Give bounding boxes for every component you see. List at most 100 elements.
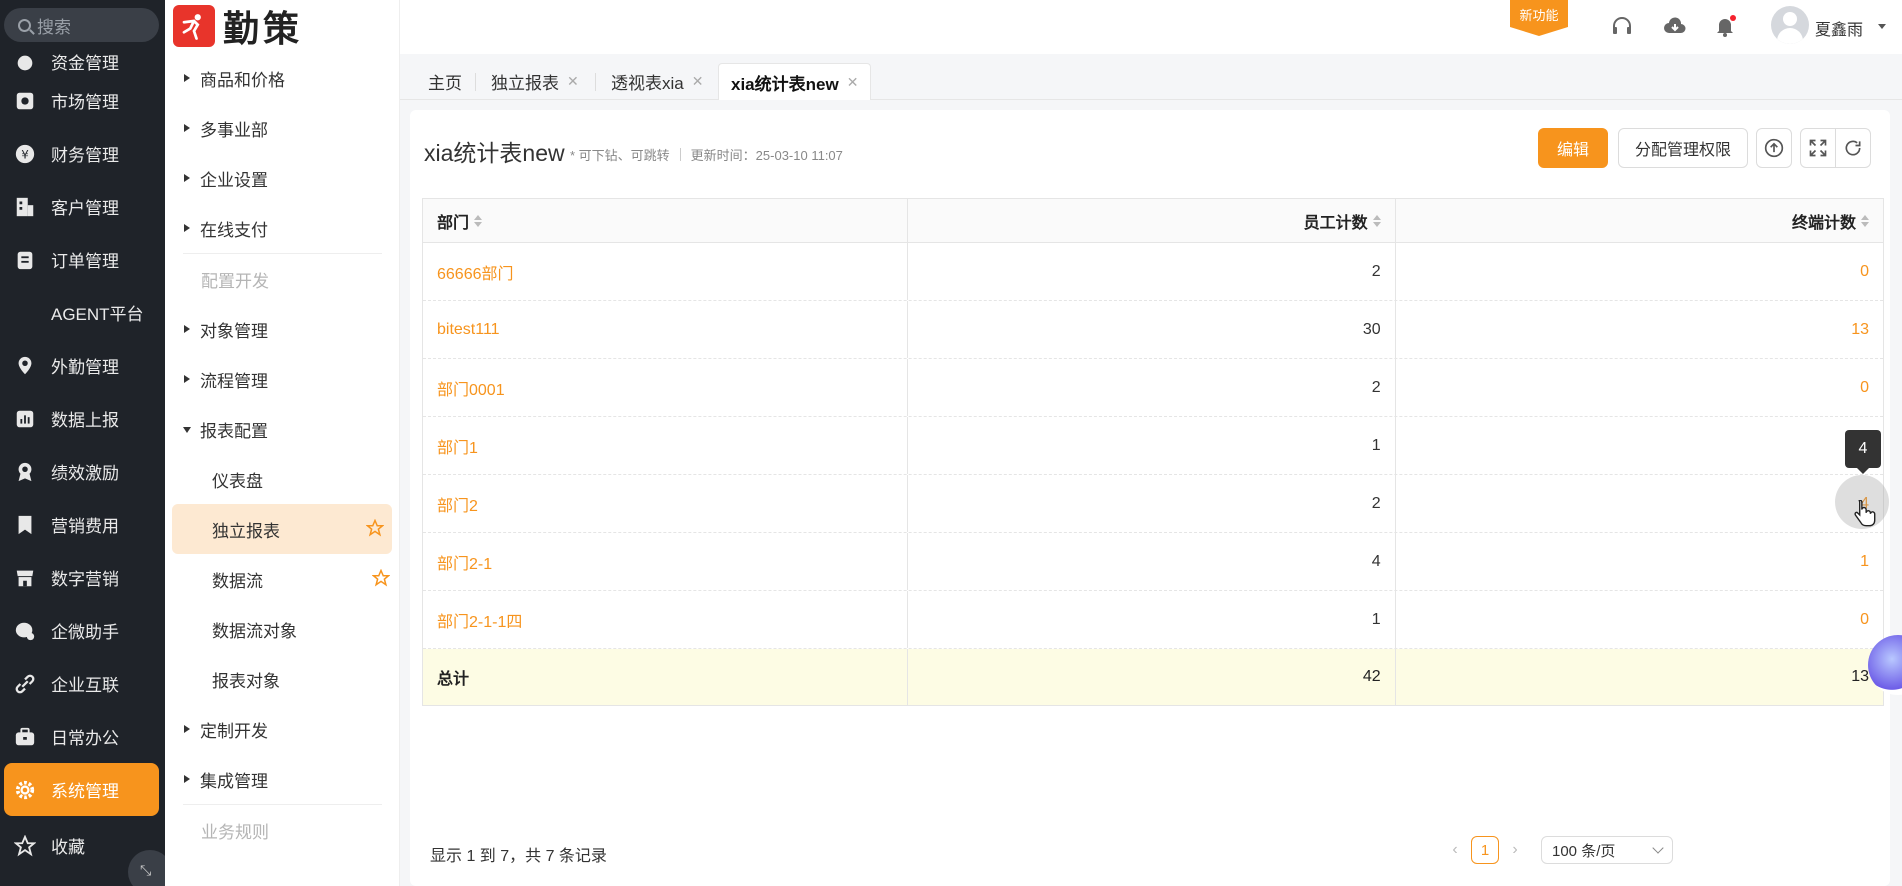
avatar[interactable]: [1771, 6, 1809, 44]
terminal-count-link[interactable]: 1: [1860, 553, 1869, 571]
star-icon: [14, 834, 36, 857]
total-label: 总计: [437, 671, 470, 688]
nav-item-market[interactable]: 市场管理: [0, 74, 165, 127]
menu-item-report-config[interactable]: 报表配置: [165, 404, 400, 454]
sort-icon[interactable]: [1372, 214, 1381, 227]
menu-item-object-mgmt[interactable]: 对象管理: [165, 304, 400, 354]
nav-item-funds[interactable]: 资金管理: [0, 46, 165, 74]
page-number[interactable]: 1: [1471, 836, 1499, 864]
menu-label: 多事业部: [200, 120, 268, 140]
nav-item-marketing-cost[interactable]: 营销费用: [0, 498, 165, 551]
column-header-terminals[interactable]: 终端计数: [1396, 199, 1883, 242]
nav-item-field[interactable]: 外勤管理: [0, 339, 165, 392]
refresh-icon: [1845, 140, 1861, 156]
tab-label: 主页: [428, 74, 462, 93]
menu-group-config-dev: 配置开发: [165, 254, 400, 304]
nav-item-enterprise-link[interactable]: 企业互联: [0, 657, 165, 710]
menu-item-dataflow-object[interactable]: 数据流对象: [165, 604, 400, 654]
terminal-count-link[interactable]: 0: [1860, 263, 1869, 281]
prev-page-icon[interactable]: ‹: [1445, 841, 1465, 859]
dept-link[interactable]: bitest111: [437, 321, 500, 339]
close-icon[interactable]: ✕: [567, 73, 579, 90]
tab-standalone-report[interactable]: 独立报表 ✕: [479, 63, 591, 100]
market-icon: [14, 90, 36, 112]
new-feature-badge[interactable]: 新功能: [1510, 0, 1568, 36]
assign-permission-button[interactable]: 分配管理权限: [1618, 128, 1748, 168]
bell-icon[interactable]: [1713, 14, 1737, 38]
terminal-count-link[interactable]: 0: [1860, 379, 1869, 397]
cloud-download-icon[interactable]: [1663, 14, 1687, 38]
nav-item-office[interactable]: 日常办公: [0, 710, 165, 763]
menu-item-standalone-report[interactable]: 独立报表: [172, 504, 392, 554]
report-table: 部门 员工计数 终端计数 66666部门 2 0 bitest111 30 13…: [422, 198, 1884, 706]
menu-item-online-pay[interactable]: 在线支付: [165, 203, 400, 253]
column-header-employees[interactable]: 员工计数: [908, 199, 1396, 242]
menu-label: 仪表盘: [212, 471, 263, 491]
tab-separator: [595, 73, 596, 91]
menu-item-integration[interactable]: 集成管理: [165, 754, 400, 804]
left-nav-list: 资金管理 市场管理 ¥ 财务管理 客户管理 订单管理 AGENT平台 外勤管理 …: [0, 46, 165, 872]
tab-pivot-xia[interactable]: 透视表xia ✕: [599, 63, 715, 100]
nav-item-wecom[interactable]: 企微助手: [0, 604, 165, 657]
nav-item-label: AGENT平台: [51, 305, 144, 324]
fullscreen-button[interactable]: [1800, 128, 1836, 168]
gear-icon: [14, 779, 36, 801]
global-search[interactable]: 搜索: [4, 8, 159, 42]
nav-item-digital-marketing[interactable]: 数字营销: [0, 551, 165, 604]
nav-item-system[interactable]: 系统管理: [4, 763, 159, 816]
table-row: 部门2-1-1四 1 0: [423, 591, 1883, 649]
menu-label: 业务规则: [201, 822, 269, 842]
menu-item-products[interactable]: 商品和价格: [165, 53, 400, 103]
nav-item-label: 财务管理: [51, 146, 119, 165]
dept-link[interactable]: 部门2-1: [437, 550, 492, 574]
menu-label: 对象管理: [200, 321, 268, 341]
terminal-count-link[interactable]: 13: [1851, 321, 1869, 339]
headset-icon[interactable]: [1610, 14, 1634, 38]
edit-button[interactable]: 编辑: [1538, 128, 1608, 168]
nav-item-label: 外勤管理: [51, 358, 119, 377]
terminal-count-link[interactable]: 0: [1860, 611, 1869, 629]
building-icon: [14, 196, 36, 218]
refresh-button[interactable]: [1835, 128, 1871, 168]
close-icon[interactable]: ✕: [847, 74, 859, 91]
close-icon[interactable]: ✕: [692, 73, 704, 90]
nav-item-data-report[interactable]: 数据上报: [0, 392, 165, 445]
nav-item-customer[interactable]: 客户管理: [0, 180, 165, 233]
menu-label: 企业设置: [200, 170, 268, 190]
collapse-nav-button[interactable]: ⤡: [128, 850, 165, 886]
nav-item-agent[interactable]: AGENT平台: [0, 286, 165, 339]
export-button[interactable]: [1756, 128, 1792, 168]
user-name[interactable]: 夏鑫雨: [1815, 16, 1863, 40]
dept-link[interactable]: 66666部门: [437, 260, 514, 284]
dept-link[interactable]: 部门2-1-1四: [437, 608, 522, 632]
menu-item-process-mgmt[interactable]: 流程管理: [165, 354, 400, 404]
chevron-down-icon: [1652, 842, 1664, 854]
next-page-icon[interactable]: ›: [1505, 841, 1525, 859]
nav-item-label: 企微助手: [51, 623, 119, 642]
tab-home[interactable]: 主页: [416, 63, 474, 100]
column-header-dept[interactable]: 部门: [423, 199, 909, 242]
tab-label: xia统计表new: [731, 74, 839, 94]
tab-xia-stats-new[interactable]: xia统计表new ✕: [718, 63, 872, 100]
favorite-star-icon[interactable]: [366, 519, 384, 537]
column-label: 终端计数: [1791, 214, 1856, 232]
sort-icon[interactable]: [474, 214, 483, 227]
nav-item-finance[interactable]: ¥ 财务管理: [0, 127, 165, 180]
favorite-star-icon[interactable]: [372, 569, 390, 587]
nav-item-performance[interactable]: 绩效激励: [0, 445, 165, 498]
nav-item-label: 绩效激励: [51, 464, 119, 483]
menu-item-enterprise-settings[interactable]: 企业设置: [165, 153, 400, 203]
menu-item-custom-dev[interactable]: 定制开发: [165, 704, 400, 754]
dept-link[interactable]: 部门0001: [437, 376, 505, 400]
menu-item-report-object[interactable]: 报表对象: [165, 654, 400, 704]
menu-item-business-units[interactable]: 多事业部: [165, 103, 400, 153]
pagination: ‹ 1 › 100 条/页: [1445, 835, 1673, 865]
nav-item-orders[interactable]: 订单管理: [0, 233, 165, 286]
sort-icon[interactable]: [1860, 214, 1869, 227]
chevron-down-icon[interactable]: [1878, 24, 1886, 29]
dept-link[interactable]: 部门2: [437, 492, 478, 516]
menu-item-dashboard[interactable]: 仪表盘: [165, 454, 400, 504]
menu-item-dataflow[interactable]: 数据流: [165, 554, 400, 604]
dept-link[interactable]: 部门1: [437, 434, 478, 458]
page-size-select[interactable]: 100 条/页: [1541, 836, 1673, 864]
